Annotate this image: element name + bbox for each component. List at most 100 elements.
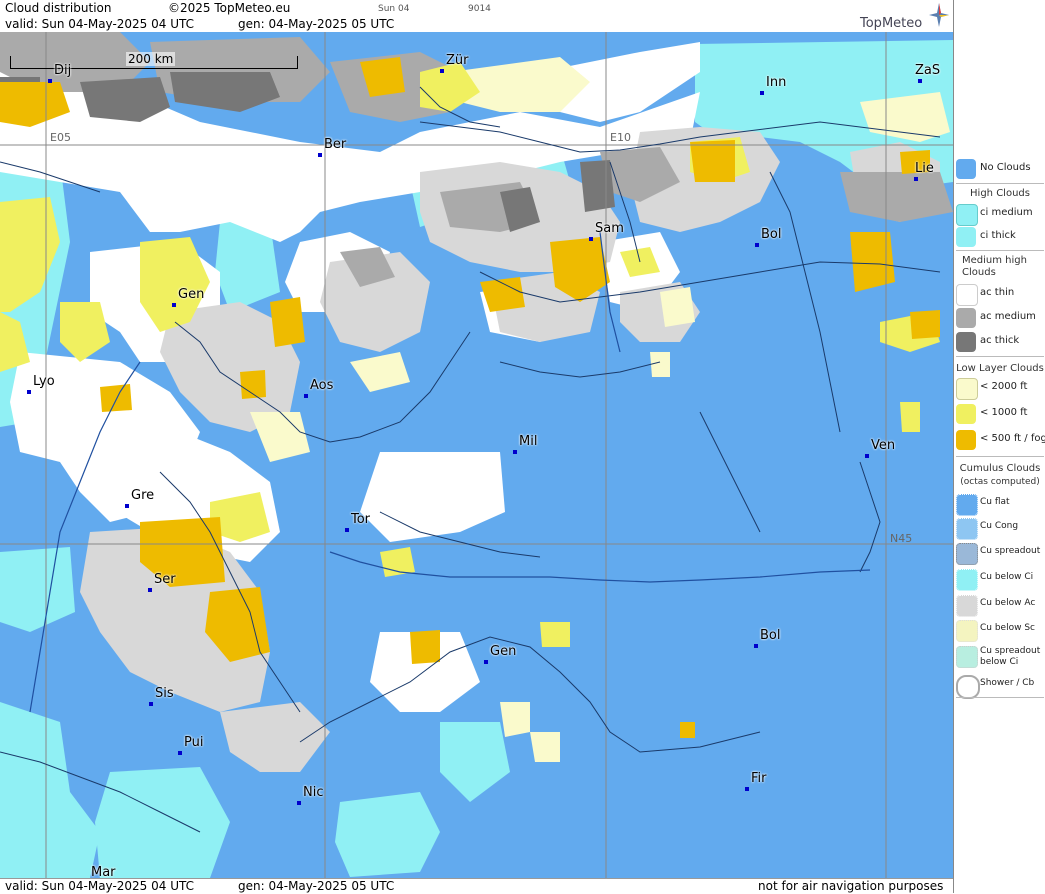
legend-label: ac thin xyxy=(980,287,1015,298)
legend-no-clouds: No Clouds xyxy=(954,157,1045,181)
city-label: Zür xyxy=(446,53,469,68)
legend-label: ci medium xyxy=(980,207,1033,218)
no-clouds-swatch xyxy=(956,159,976,179)
city-marker xyxy=(27,390,31,394)
city-label: Fir xyxy=(751,771,767,786)
city-marker xyxy=(304,394,308,398)
map-header: Cloud distribution ©2025 TopMeteo.eu Sun… xyxy=(0,0,953,33)
legend-ac-medium: ac medium xyxy=(954,306,1045,330)
ac-thin-swatch xyxy=(956,284,978,306)
legend-label: ac medium xyxy=(980,311,1036,322)
city-label: Aos xyxy=(310,378,334,393)
ci-medium-swatch xyxy=(956,204,978,226)
city-label: Inn xyxy=(766,75,787,90)
shower-swatch xyxy=(956,675,980,699)
city-label: Ven xyxy=(871,438,896,453)
legend-label: Cu spreadout xyxy=(980,546,1041,556)
city-label: Sam xyxy=(595,221,624,236)
city-label: Mar xyxy=(91,865,116,878)
legend-cu-flat: Cu flat xyxy=(954,492,1045,516)
city-label: Pui xyxy=(184,735,204,750)
legend-cu-below-ci: Cu below Ci xyxy=(954,567,1045,591)
copyright[interactable]: ©2025 TopMeteo.eu xyxy=(168,1,290,15)
legend-cu-cong: Cu Cong xyxy=(954,516,1045,540)
code-label: 9014 xyxy=(468,4,491,14)
legend-medium-title: Medium high Clouds xyxy=(962,255,1027,278)
city-label: Tor xyxy=(351,512,371,527)
cu-spread-ci-swatch xyxy=(956,646,978,668)
cu-flat-swatch xyxy=(956,494,978,516)
legend-divider xyxy=(956,356,1044,357)
map-title: Cloud distribution xyxy=(5,1,112,15)
legend-label: < 2000 ft xyxy=(980,381,1028,392)
cu-spread-swatch xyxy=(956,543,978,565)
legend-label: ci thick xyxy=(980,230,1016,241)
legend-label: Cu below Ac xyxy=(980,598,1036,608)
city-marker xyxy=(125,504,129,508)
disclaimer: not for air navigation purposes xyxy=(758,879,944,893)
legend-divider xyxy=(956,250,1044,251)
low-1000-swatch xyxy=(956,404,976,424)
city-label: Lyo xyxy=(33,374,55,389)
legend-cu-spread: Cu spreadout xyxy=(954,541,1045,565)
ci-thick-swatch xyxy=(956,227,976,247)
legend-label: Shower / Cb xyxy=(980,678,1035,688)
city-label: Mil xyxy=(519,434,538,449)
city-marker xyxy=(918,79,922,83)
legend-divider xyxy=(956,456,1044,457)
legend-low-500: < 500 ft / fog xyxy=(954,428,1045,452)
city-label: ZaS xyxy=(915,63,941,78)
ac-medium-swatch xyxy=(956,308,976,328)
city-marker xyxy=(865,454,869,458)
city-marker xyxy=(755,243,759,247)
legend-divider xyxy=(956,697,1044,698)
legend-label: < 1000 ft xyxy=(980,407,1028,418)
cu-cong-swatch xyxy=(956,518,978,540)
city-marker xyxy=(172,303,176,307)
legend-low-2000: < 2000 ft xyxy=(954,376,1045,400)
city-label: Gen xyxy=(178,287,205,302)
legend-label: Cu below Ci xyxy=(980,572,1034,582)
city-marker xyxy=(484,660,488,664)
city-label: Bol xyxy=(761,227,782,242)
city-label: Sis xyxy=(155,686,174,701)
legend-label: Cu spreadout below Ci xyxy=(980,646,1041,667)
legend-label: No Clouds xyxy=(980,162,1031,173)
footer-valid-time: valid: Sun 04-May-2025 04 UTC xyxy=(5,879,194,893)
legend-cu-title: Cumulus Clouds xyxy=(959,463,1041,474)
legend-cu-below-ac: Cu below Ac xyxy=(954,593,1045,617)
valid-time: valid: Sun 04-May-2025 04 UTC xyxy=(5,17,194,31)
city-label: Lie xyxy=(915,161,934,176)
city-marker xyxy=(589,237,593,241)
city-marker xyxy=(178,751,182,755)
low-2000-swatch xyxy=(956,378,978,400)
low-500-swatch xyxy=(956,430,976,450)
legend-divider xyxy=(956,183,1044,184)
legend-cu-below-sc: Cu below Sc xyxy=(954,618,1045,642)
city-marker xyxy=(149,702,153,706)
cu-below-ci-swatch xyxy=(956,569,978,591)
legend-panel: No Clouds High Clouds ci medium ci thick… xyxy=(953,0,1045,893)
legend-ac-thick: ac thick xyxy=(954,330,1045,354)
topmeteo-logo[interactable]: TopMeteo xyxy=(860,16,922,31)
city-label: Dij xyxy=(54,63,72,78)
day-label: Sun 04 xyxy=(378,4,410,14)
city-label: Nic xyxy=(303,785,324,800)
legend-label: Cu Cong xyxy=(980,521,1019,531)
city-layer: KliMunFreFriDijZürInnZaSBerLieSamBolGenL… xyxy=(0,32,953,878)
city-label: Ser xyxy=(154,572,176,587)
city-label: Gen xyxy=(490,644,517,659)
cloud-map[interactable]: 200 km E05 E10 N45 KliMunFreFriDijZürInn… xyxy=(0,32,953,878)
footer-gen-time: gen: 04-May-2025 05 UTC xyxy=(238,879,395,893)
legend-cu-subtitle: (octas computed) xyxy=(960,477,1040,487)
city-marker xyxy=(914,177,918,181)
ac-thick-swatch xyxy=(956,332,976,352)
city-marker xyxy=(745,787,749,791)
legend-low-title: Low Layer Clouds xyxy=(956,363,1044,374)
city-marker xyxy=(513,450,517,454)
legend-ci-thick: ci thick xyxy=(954,225,1045,249)
legend-label: ac thick xyxy=(980,335,1020,346)
legend-high-title: High Clouds xyxy=(970,188,1030,199)
legend-label: < 500 ft / fog xyxy=(980,433,1045,444)
cu-below-sc-swatch xyxy=(956,620,978,642)
